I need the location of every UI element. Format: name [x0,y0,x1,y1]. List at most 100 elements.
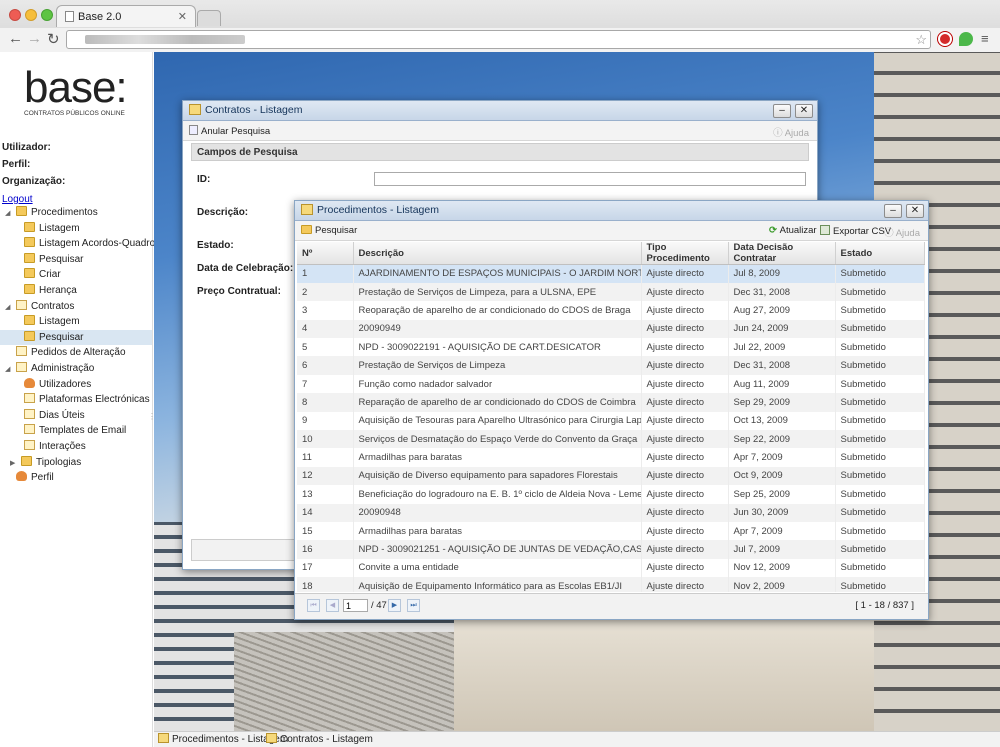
table-row[interactable]: 1 AJARDINAMENTO DE ESPAÇOS MUNICIPAIS - O… [297,264,925,283]
sidebar-item-perfil[interactable]: Perfil [0,470,152,486]
table-row[interactable]: 9 Aquisição de Tesouras para Aparelho Ult… [297,411,925,431]
exportar-csv-button[interactable]: Exportar CSV [820,225,891,237]
atualizar-button[interactable]: ⟳ Atualizar [769,225,817,236]
sidebar-item-pesquisar[interactable]: Pesquisar [0,329,152,346]
column-header[interactable]: Nº [297,242,354,265]
folder-icon [21,455,32,466]
table-row[interactable]: 13 Beneficiação do logradouro na E. B. 1º… [297,485,925,504]
navigation-tree: ◢ Procedimentos Listagem Listagem Acordos-Q… [0,205,155,486]
table-row[interactable]: 3 Reoparação de aparelho de ar condiciona… [297,301,925,320]
table-cell: Jul 22, 2009 [728,338,836,357]
table-cell: Jun 24, 2009 [728,319,836,339]
sidebar-item-dias-teis[interactable]: Dias Úteis [0,408,152,424]
close-button[interactable]: ✕ [795,104,813,118]
contratos-window-titlebar[interactable]: Contratos - Listagem – ✕ [183,101,817,121]
star-icon[interactable]: ☆ [915,32,927,48]
sidebar-item-listagem[interactable]: Listagem [0,314,152,330]
expand-toggle-icon[interactable]: ▶ [10,456,18,472]
sidebar-item-procedimentos[interactable]: ◢ Procedimentos [0,205,152,221]
pesquisar-button[interactable]: Pesquisar [301,225,357,236]
sidebar-item-label: Herança [39,284,77,296]
table-row[interactable]: 6 Prestação de Serviços de Limpeza Ajuste … [297,356,925,375]
sidebar-item-heran-a[interactable]: Herança [0,283,152,299]
table-row[interactable]: 4 20090949 Ajuste directo Jun 24, 2009 Subme… [297,319,925,339]
sidebar-item-pesquisar[interactable]: Pesquisar [0,252,152,268]
expand-toggle-icon[interactable]: ◢ [5,362,13,378]
column-header[interactable]: Descrição [353,242,642,265]
procedimentos-toolbar: Pesquisar ⟳ Atualizar Exportar CSV ⓘ Aju… [295,221,928,241]
browser-tab[interactable]: Base 2.0 ✕ [56,5,196,27]
table-row[interactable]: 2 Prestação de Serviços de Limpeza, para … [297,282,925,302]
first-page-icon[interactable]: ⏮ [307,599,320,612]
sidebar-item-contratos[interactable]: ◢ Contratos [0,299,152,315]
table-cell: Submetido [835,521,925,541]
sidebar-item-utilizadores[interactable]: Utilizadores [0,377,152,393]
new-tab-button[interactable] [197,10,221,26]
table-cell: Submetido [835,577,925,592]
table-row[interactable]: 14 20090948 Ajuste directo Jun 30, 2009 Subm… [297,503,925,522]
sidebar-item-plataformas-electr-nicas[interactable]: Plataformas Electrónicas [0,392,152,408]
sidebar-item-criar[interactable]: Criar [0,267,152,283]
sidebar-item-listagem[interactable]: Listagem [0,221,152,237]
field-label-preco-contratual: Preço Contratual: [197,286,281,297]
table-row[interactable]: 12 Aquisição de Diverso equipamento para … [297,466,925,486]
window-icon [266,733,277,743]
minimize-button[interactable]: – [773,104,791,118]
table-row[interactable]: 8 Reparação de aparelho de ar condicionad… [297,393,925,412]
green-extension-icon[interactable] [959,32,973,46]
table-row[interactable]: 18 Aquisição de Equipamento Informático p… [297,577,925,592]
back-arrow-icon[interactable]: ← [8,30,23,47]
table-cell: Ajuste directo [641,558,729,578]
table-row[interactable]: 15 Armadilhas para baratas Ajuste directo A… [297,521,925,541]
column-header[interactable]: Estado [835,242,925,265]
page-number-input[interactable] [343,599,368,612]
table-cell: 10 [297,430,354,449]
close-button[interactable]: ✕ [906,204,924,218]
sidebar-item-listagem-acordos-quadro[interactable]: Listagem Acordos-Quadro [0,236,155,252]
procedimentos-window-titlebar[interactable]: Procedimentos - Listagem – ✕ [295,201,928,221]
sidebar-item-tipologias[interactable]: ▶ Tipologias [0,455,152,471]
id-input[interactable] [374,172,806,186]
close-window-button[interactable] [9,9,21,21]
table-cell: Sep 25, 2009 [728,485,836,504]
sidebar-item-templates-de-email[interactable]: Templates de Email [0,423,152,439]
prev-page-icon[interactable]: ◀ [326,599,339,612]
building-photo [234,632,454,731]
tab-close-icon[interactable]: ✕ [178,10,187,23]
folder-icon [24,221,35,232]
column-header[interactable]: Tipo Procedimento [641,242,729,265]
forward-arrow-icon[interactable]: → [27,30,42,47]
table-cell: Dec 31, 2008 [728,356,836,375]
expand-toggle-icon[interactable]: ◢ [5,206,13,222]
sidebar-item-administra-o[interactable]: ◢ Administração [0,361,152,377]
minimize-button[interactable]: – [884,204,902,218]
next-page-icon[interactable]: ▶ [388,599,401,612]
table-row[interactable]: 10 Serviços de Desmatação do Espaço Verde… [297,430,925,449]
last-page-icon[interactable]: ⏭ [407,599,420,612]
help-button[interactable]: ⓘ Ajuda [884,225,920,239]
table-row[interactable]: 5 NPD - 3009022191 - AQUISIÇÃO DE CART.DE… [297,338,925,357]
table-row[interactable]: 17 Convite a uma entidade Ajuste directo No… [297,558,925,578]
field-label-estado: Estado: [197,240,234,251]
sidebar-item-intera-es[interactable]: Interações [0,439,152,455]
logout-link[interactable]: Logout [2,194,33,205]
taskbar-item-contratos[interactable]: Contratos - Listagem [266,732,373,747]
opera-extension-icon[interactable] [938,32,952,46]
table-cell: Submetido [835,393,925,412]
zoom-window-button[interactable] [41,9,53,21]
table-cell: Aug 11, 2009 [728,374,836,394]
reload-icon[interactable]: ↻ [47,30,60,48]
help-button[interactable]: ⓘ Ajuda [773,125,809,139]
sidebar-item-pedidos-de-altera-o[interactable]: Pedidos de Alteração [0,345,152,361]
expand-toggle-icon[interactable]: ◢ [5,300,13,316]
anular-pesquisa-button[interactable]: Anular Pesquisa [189,125,270,137]
table-cell: 20090949 [353,319,642,339]
menu-icon[interactable]: ≡ [981,31,989,46]
minimize-window-button[interactable] [25,9,37,21]
column-header[interactable]: Data Decisão Contratar [728,242,836,265]
table-row[interactable]: 11 Armadilhas para baratas Ajuste directo A… [297,448,925,467]
table-row[interactable]: 7 Função como nadador salvador Ajuste dire… [297,374,925,394]
table-cell: Submetido [835,282,925,302]
table-row[interactable]: 16 NPD - 3009021251 - AQUISIÇÃO DE JUNTAS… [297,540,925,559]
url-bar[interactable]: ☆ [66,30,931,49]
